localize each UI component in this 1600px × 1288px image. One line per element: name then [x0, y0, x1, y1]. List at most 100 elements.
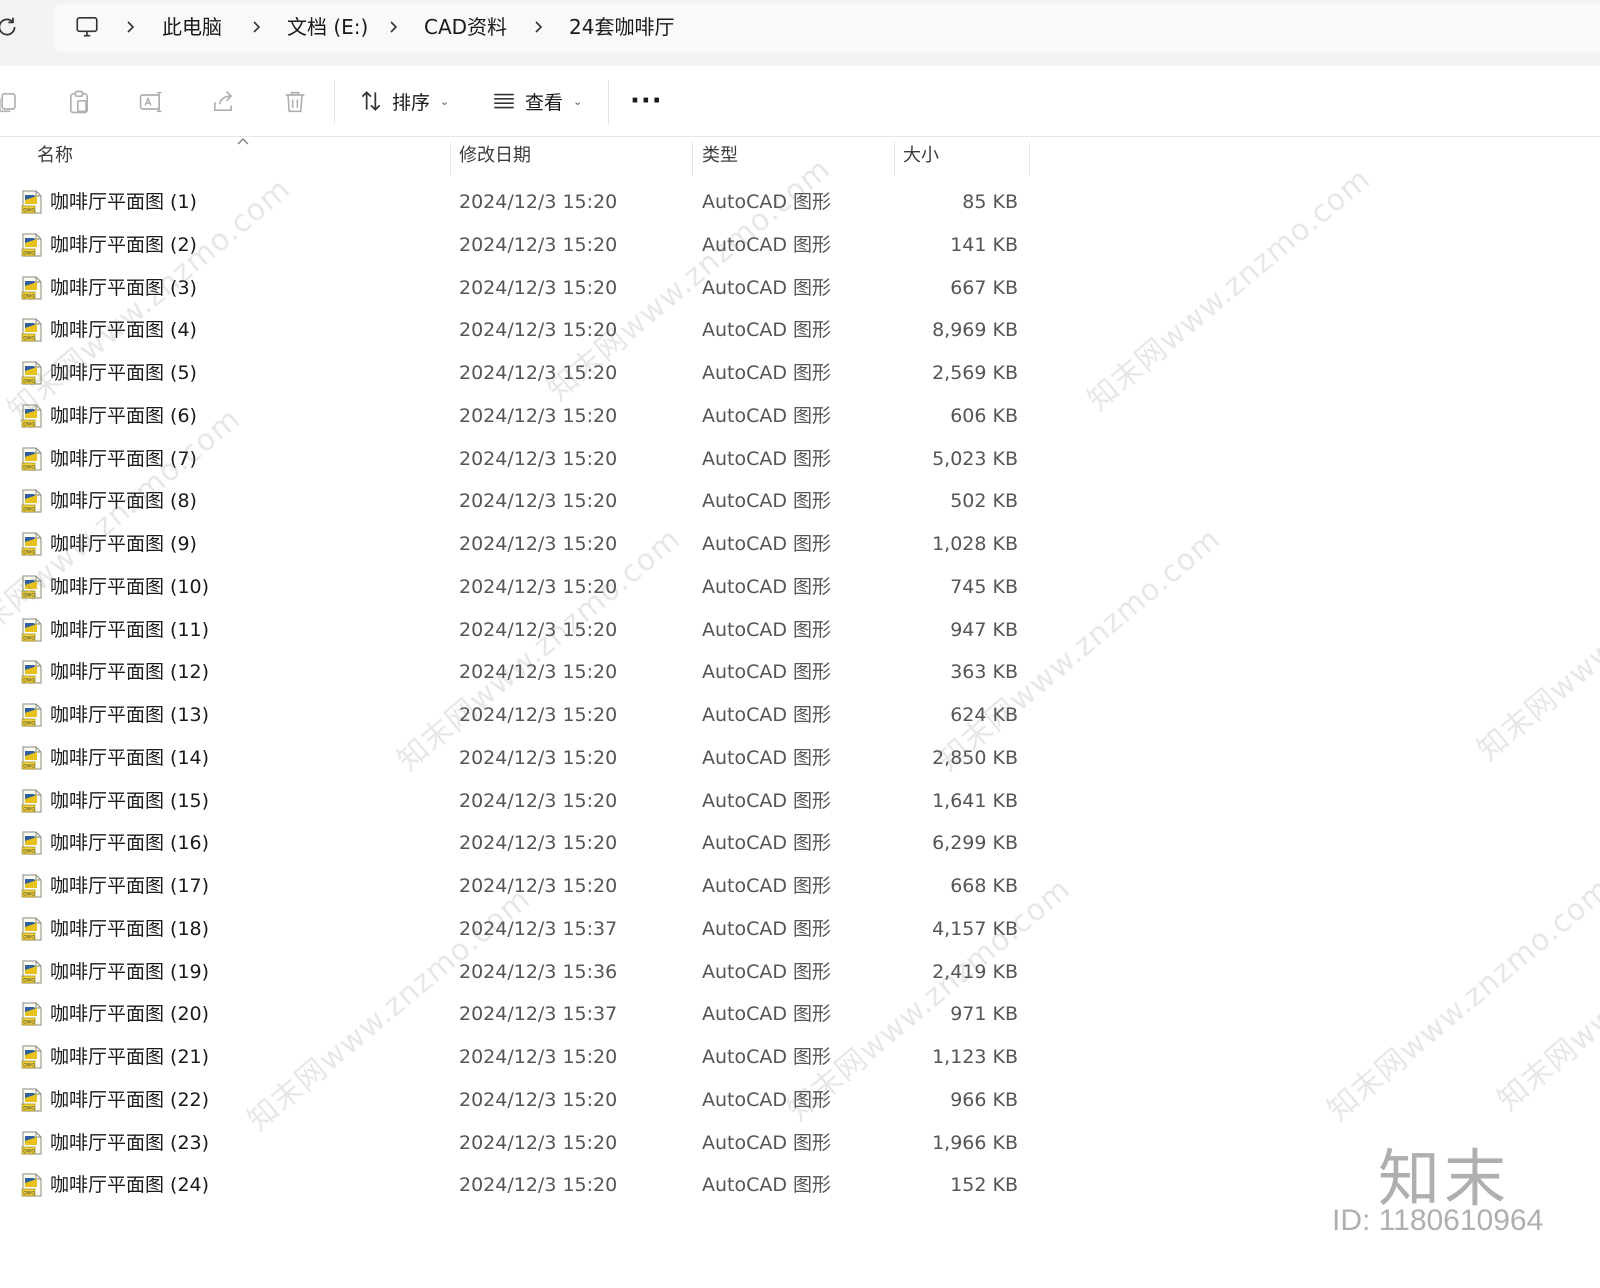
- svg-text:DWG: DWG: [23, 806, 35, 812]
- file-type: AutoCAD 图形: [702, 917, 832, 940]
- paste-icon[interactable]: [65, 88, 93, 116]
- file-row[interactable]: DWG 咖啡厅平面图 (24) 2024/12/3 15:20 AutoCAD 图形 1…: [0, 1164, 1100, 1207]
- column-header-size[interactable]: 大小: [903, 136, 939, 176]
- chevron-right-icon[interactable]: [250, 17, 264, 37]
- file-size: 606 KB: [950, 404, 1018, 427]
- file-name[interactable]: 咖啡厅平面图 (14): [50, 737, 209, 779]
- rename-icon[interactable]: [137, 88, 165, 116]
- file-name[interactable]: 咖啡厅平面图 (21): [50, 1036, 209, 1078]
- file-modified-date: 2024/12/3 15:20: [459, 533, 618, 555]
- file-type: AutoCAD 图形: [702, 618, 832, 641]
- dwg-file-icon: DWG: [21, 1173, 42, 1197]
- refresh-icon[interactable]: [0, 14, 20, 40]
- file-row[interactable]: DWG 咖啡厅平面图 (23) 2024/12/3 15:20 AutoCAD 图形 1…: [0, 1122, 1100, 1165]
- file-name[interactable]: 咖啡厅平面图 (24): [50, 1164, 209, 1206]
- dwg-file-icon: DWG: [21, 703, 42, 727]
- file-name[interactable]: 咖啡厅平面图 (11): [50, 609, 209, 651]
- file-modified-date: 2024/12/3 15:36: [459, 960, 618, 983]
- file-row[interactable]: DWG 咖啡厅平面图 (4) 2024/12/3 15:20 AutoCAD 图形 8,…: [0, 309, 1100, 352]
- dwg-file-icon: DWG: [21, 1045, 42, 1069]
- chevron-right-icon[interactable]: [387, 17, 401, 37]
- chevron-right-icon[interactable]: [532, 17, 546, 37]
- file-type: AutoCAD 图形: [702, 319, 832, 342]
- sort-ascending-icon: [237, 138, 249, 145]
- file-row[interactable]: DWG 咖啡厅平面图 (22) 2024/12/3 15:20 AutoCAD 图形 9…: [0, 1079, 1100, 1122]
- file-name[interactable]: 咖啡厅平面图 (13): [50, 694, 209, 736]
- column-header-date[interactable]: 修改日期: [459, 136, 531, 176]
- file-size: 5,023 KB: [932, 447, 1018, 470]
- computer-icon[interactable]: [74, 14, 100, 40]
- file-type: AutoCAD 图形: [702, 832, 832, 855]
- file-name[interactable]: 咖啡厅平面图 (1): [50, 181, 197, 223]
- file-type: AutoCAD 图形: [702, 533, 832, 555]
- breadcrumb-this-pc[interactable]: 此电脑: [162, 14, 222, 40]
- column-header-type[interactable]: 类型: [702, 136, 738, 176]
- delete-icon[interactable]: [281, 88, 309, 116]
- dwg-file-icon: DWG: [21, 831, 42, 855]
- breadcrumb-documents-drive[interactable]: 文档 (E:): [287, 14, 368, 40]
- file-row[interactable]: DWG 咖啡厅平面图 (10) 2024/12/3 15:20 AutoCAD 图形 7…: [0, 566, 1100, 609]
- file-type: AutoCAD 图形: [702, 404, 832, 427]
- file-name[interactable]: 咖啡厅平面图 (12): [50, 651, 209, 693]
- file-name[interactable]: 咖啡厅平面图 (18): [50, 908, 209, 950]
- more-icon: ···: [630, 86, 663, 116]
- chevron-right-icon[interactable]: [124, 17, 138, 37]
- more-options-button[interactable]: ···: [630, 83, 663, 119]
- file-row[interactable]: DWG 咖啡厅平面图 (15) 2024/12/3 15:20 AutoCAD 图形 1…: [0, 780, 1100, 823]
- svg-text:DWG: DWG: [23, 977, 35, 983]
- column-divider[interactable]: [894, 142, 895, 176]
- column-divider[interactable]: [450, 142, 451, 176]
- file-modified-date: 2024/12/3 15:20: [459, 276, 618, 299]
- breadcrumb-cad-folder[interactable]: CAD资料: [424, 14, 507, 40]
- column-divider[interactable]: [1029, 142, 1030, 176]
- address-bar[interactable]: [54, 4, 1600, 52]
- file-size: 966 KB: [950, 1088, 1018, 1111]
- svg-text:DWG: DWG: [23, 1020, 35, 1026]
- file-row[interactable]: DWG 咖啡厅平面图 (13) 2024/12/3 15:20 AutoCAD 图形 6…: [0, 694, 1100, 737]
- dwg-file-icon: DWG: [21, 1131, 42, 1154]
- file-size: 141 KB: [950, 233, 1018, 256]
- file-size: 1,641 KB: [932, 789, 1018, 812]
- dwg-file-icon: DWG: [21, 276, 42, 299]
- file-type: AutoCAD 图形: [702, 704, 832, 726]
- file-name[interactable]: 咖啡厅平面图 (15): [50, 780, 209, 822]
- file-name[interactable]: 咖啡厅平面图 (19): [50, 951, 209, 993]
- column-header-name[interactable]: 名称: [37, 136, 73, 176]
- svg-text:DWG: DWG: [23, 464, 35, 470]
- file-name[interactable]: 咖啡厅平面图 (22): [50, 1079, 209, 1121]
- file-name[interactable]: 咖啡厅平面图 (16): [50, 822, 209, 864]
- file-modified-date: 2024/12/3 15:20: [459, 832, 618, 855]
- file-name[interactable]: 咖啡厅平面图 (17): [50, 865, 209, 907]
- file-type: AutoCAD 图形: [702, 490, 832, 513]
- file-row[interactable]: DWG 咖啡厅平面图 (16) 2024/12/3 15:20 AutoCAD 图形 6…: [0, 822, 1100, 865]
- file-name[interactable]: 咖啡厅平面图 (23): [50, 1122, 209, 1164]
- file-row[interactable]: DWG 咖啡厅平面图 (6) 2024/12/3 15:20 AutoCAD 图形 60…: [0, 395, 1100, 438]
- view-button[interactable]: 查看 ⌄: [491, 83, 582, 119]
- dwg-file-icon: DWG: [21, 1002, 42, 1026]
- view-label: 查看: [525, 91, 564, 114]
- svg-text:DWG: DWG: [23, 1148, 35, 1154]
- file-row[interactable]: DWG 咖啡厅平面图 (17) 2024/12/3 15:20 AutoCAD 图形 6…: [0, 865, 1100, 908]
- column-divider[interactable]: [692, 142, 693, 176]
- file-row[interactable]: DWG 咖啡厅平面图 (9) 2024/12/3 15:20 AutoCAD 图形 1,…: [0, 523, 1100, 566]
- dwg-file-icon: DWG: [21, 789, 42, 812]
- file-row[interactable]: DWG 咖啡厅平面图 (21) 2024/12/3 15:20 AutoCAD 图形 1…: [0, 1036, 1100, 1079]
- file-name[interactable]: 咖啡厅平面图 (20): [50, 993, 209, 1035]
- toolbar-divider: [608, 80, 609, 124]
- file-modified-date: 2024/12/3 15:20: [459, 1088, 618, 1111]
- file-name[interactable]: 咖啡厅平面图 (6): [50, 395, 197, 437]
- file-row[interactable]: DWG 咖啡厅平面图 (18) 2024/12/3 15:37 AutoCAD 图形 4…: [0, 908, 1100, 951]
- sort-button[interactable]: 排序 ⌄: [358, 83, 449, 119]
- svg-text:DWG: DWG: [23, 678, 35, 684]
- file-size: 6,299 KB: [932, 832, 1018, 855]
- copy-icon[interactable]: [0, 88, 22, 116]
- file-size: 85 KB: [962, 191, 1018, 213]
- dwg-file-icon: DWG: [21, 960, 42, 983]
- file-type: AutoCAD 图形: [702, 447, 832, 470]
- file-row[interactable]: DWG 咖啡厅平面图 (1) 2024/12/3 15:20 AutoCAD 图形 85…: [0, 181, 1100, 224]
- breadcrumb-current-folder[interactable]: 24套咖啡厅: [569, 14, 674, 40]
- share-icon[interactable]: [209, 88, 237, 116]
- file-modified-date: 2024/12/3 15:20: [459, 1046, 618, 1068]
- svg-text:DWG: DWG: [23, 763, 35, 769]
- svg-text:DWG: DWG: [23, 635, 35, 641]
